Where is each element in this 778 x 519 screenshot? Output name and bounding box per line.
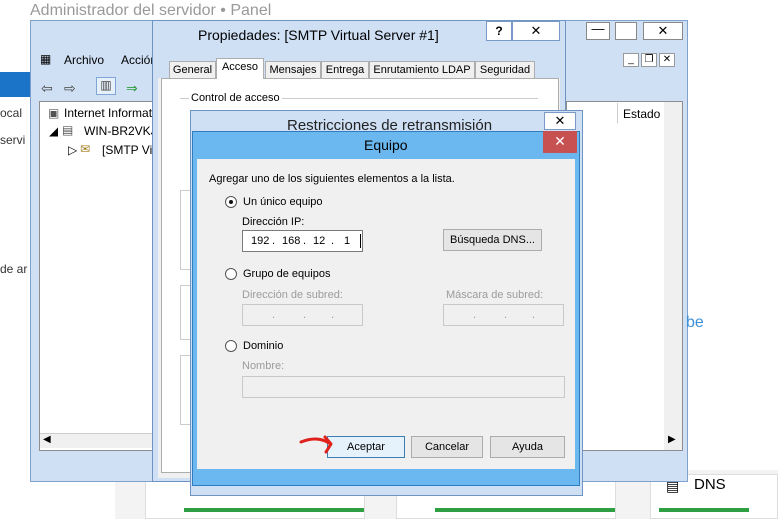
- maximize-button[interactable]: [615, 22, 637, 40]
- scroll-right-icon[interactable]: ▶: [668, 434, 676, 445]
- inner-restore-button[interactable]: ❐: [641, 53, 657, 67]
- status-bar: [659, 508, 749, 512]
- sidebar-selected-item[interactable]: [0, 72, 30, 97]
- domain-radio[interactable]: [225, 340, 237, 352]
- tree-item-iis[interactable]: Internet Informat: [64, 106, 154, 120]
- ip-dot: .: [272, 235, 276, 247]
- ip-address-label: Dirección IP:: [242, 216, 305, 228]
- ip-octet-4[interactable]: 1: [344, 235, 350, 247]
- dns-lookup-button[interactable]: Búsqueda DNS...: [443, 229, 542, 251]
- tab-seguridad[interactable]: Seguridad: [475, 61, 535, 79]
- text-caret: [360, 234, 361, 248]
- ip-octet-1[interactable]: 192: [251, 235, 269, 247]
- tab-enrutamiento-ldap[interactable]: Enrutamiento LDAP: [369, 61, 475, 79]
- mmc-app-icon: ▦: [40, 52, 52, 66]
- ip-dot: .: [303, 235, 307, 247]
- inner-minimize-button[interactable]: _: [623, 53, 639, 67]
- link-fragment[interactable]: be: [686, 314, 704, 332]
- scroll-left-icon[interactable]: ◀: [43, 434, 51, 445]
- close-button[interactable]: ✕: [543, 131, 577, 153]
- column-separator[interactable]: [617, 103, 618, 123]
- vertical-scrollbar[interactable]: [664, 102, 682, 450]
- tree-item-server[interactable]: WIN-BR2VKJ(: [84, 124, 156, 138]
- computer-dialog-title: Equipo: [364, 137, 408, 153]
- server-icon: ▤: [62, 123, 74, 137]
- tab-mensajes[interactable]: Mensajes: [265, 61, 321, 79]
- single-computer-radio[interactable]: [225, 196, 237, 208]
- subnet-mask-field[interactable]: . . .: [443, 304, 564, 326]
- help-button[interactable]: ?: [486, 21, 512, 41]
- access-control-label: Control de acceso: [189, 92, 282, 104]
- annotation-arrow-icon: [299, 435, 333, 454]
- ip-dot: .: [504, 309, 508, 321]
- inner-close-button[interactable]: ✕: [659, 53, 675, 67]
- properties-title: Propiedades: [SMTP Virtual Server #1]: [198, 27, 439, 43]
- forward-icon[interactable]: ⇨: [64, 80, 76, 97]
- name-label: Nombre:: [242, 360, 285, 372]
- sidebar-item-files[interactable]: de ar: [0, 262, 27, 276]
- ip-dot: .: [272, 309, 276, 321]
- subnet-address-field[interactable]: . . .: [242, 304, 363, 326]
- export-icon[interactable]: ⇒: [126, 80, 138, 97]
- expand-icon[interactable]: ◢: [49, 124, 58, 138]
- tab-general[interactable]: General: [169, 61, 216, 79]
- dns-tile-label: DNS: [694, 476, 726, 493]
- back-icon[interactable]: ⇦: [41, 80, 53, 97]
- collapse-icon[interactable]: ▷: [68, 143, 77, 157]
- ip-dot: .: [473, 309, 477, 321]
- status-bar: [184, 508, 364, 512]
- domain-name-field[interactable]: [242, 376, 565, 398]
- ip-dot: .: [532, 309, 536, 321]
- sidebar-item-servers[interactable]: servi: [0, 133, 25, 147]
- minimize-button[interactable]: —: [586, 22, 610, 40]
- ip-octet-3[interactable]: 12: [313, 235, 325, 247]
- help-button[interactable]: Ayuda: [490, 436, 565, 458]
- ip-dot: .: [331, 235, 335, 247]
- single-computer-label: Un único equipo: [243, 196, 323, 208]
- close-button[interactable]: ✕: [512, 21, 560, 41]
- computer-group-radio[interactable]: [225, 268, 237, 280]
- server-manager-title: Administrador del servidor • Panel: [30, 2, 272, 19]
- sidebar-item-local[interactable]: ocal: [0, 106, 22, 120]
- ip-address-field[interactable]: 192 . 168 . 12 . 1: [242, 230, 363, 252]
- domain-label: Dominio: [243, 340, 284, 352]
- ip-dot: .: [331, 309, 335, 321]
- ip-dot: .: [303, 309, 307, 321]
- subnet-address-label: Dirección de subred:: [242, 289, 343, 301]
- tab-acceso[interactable]: Acceso: [216, 58, 264, 79]
- subnet-mask-label: Máscara de subred:: [446, 289, 544, 301]
- horizontal-scrollbar[interactable]: [40, 433, 156, 448]
- status-bar: [435, 508, 615, 512]
- cancel-button[interactable]: Cancelar: [411, 436, 483, 458]
- inner-window-controls: _ ❐ ✕: [623, 53, 679, 69]
- tab-entrega[interactable]: Entrega: [321, 61, 369, 79]
- close-button[interactable]: ✕: [643, 22, 683, 40]
- show-tree-icon[interactable]: ▥: [96, 77, 116, 95]
- menu-archivo[interactable]: Archivo: [64, 53, 104, 67]
- ip-octet-2[interactable]: 168: [282, 235, 300, 247]
- instruction-text: Agregar uno de los siguientes elementos …: [209, 173, 455, 185]
- computer-group-label: Grupo de equipos: [243, 268, 331, 280]
- tree-root-icon: ▣: [48, 106, 60, 120]
- close-button[interactable]: ✕: [544, 112, 576, 130]
- smtp-icon: ✉: [80, 142, 91, 156]
- tree-item-smtp[interactable]: [SMTP Vir: [102, 143, 156, 157]
- column-header-estado[interactable]: Estado: [623, 107, 660, 121]
